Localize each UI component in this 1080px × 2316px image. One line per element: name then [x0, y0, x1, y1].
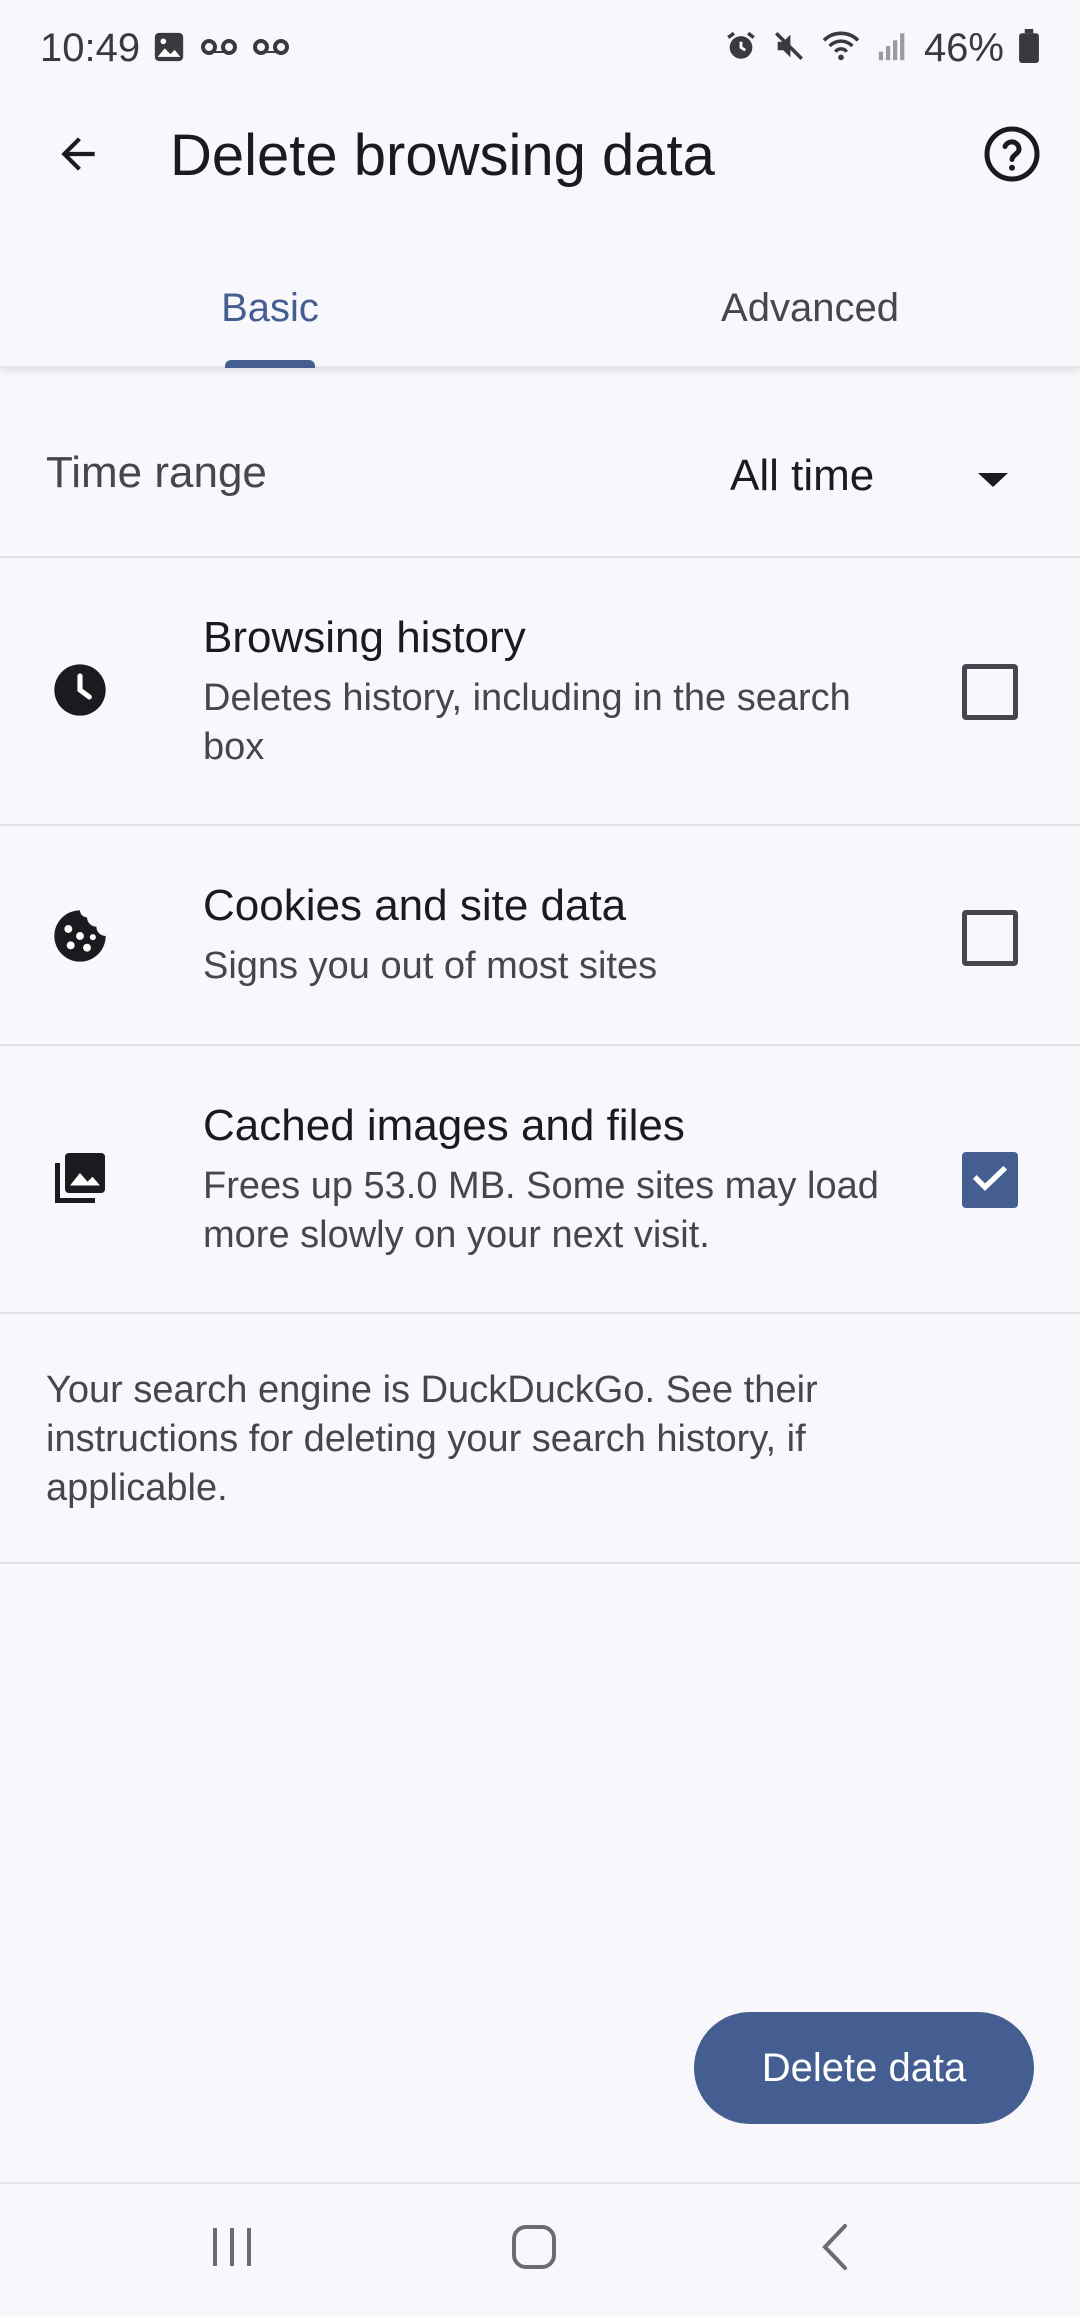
option-cached-images[interactable]: Cached images and files Frees up 53.0 MB…: [0, 1046, 1080, 1314]
status-bar: 10:49 46%: [0, 0, 1080, 100]
chevron-left-icon: [811, 2222, 861, 2277]
nav-recents-button[interactable]: [192, 2214, 272, 2284]
voicemail-icon: [200, 35, 238, 64]
app-bar: Delete browsing data: [0, 100, 1080, 210]
recents-icon: [207, 2222, 257, 2277]
search-engine-note: Your search engine is DuckDuckGo. See th…: [0, 1314, 1080, 1564]
status-right: 46%: [724, 26, 1040, 71]
battery-percent: 46%: [923, 26, 1004, 70]
option-cookies[interactable]: Cookies and site data Signs you out of m…: [0, 826, 1080, 1046]
option-subtitle: Deletes history, including in the search…: [203, 677, 851, 768]
screen: 10:49 46% Delete browsing data Basic Adv…: [0, 0, 1080, 2316]
status-time: 10:49: [40, 26, 141, 70]
chevron-down-icon: [976, 470, 1010, 495]
time-range-value: All time: [730, 451, 875, 500]
option-subtitle: Frees up 53.0 MB. Some sites may load mo…: [203, 1165, 879, 1256]
wifi-icon: [820, 29, 862, 68]
system-nav-bar: [0, 2182, 1080, 2316]
checkmark-icon: [970, 1158, 1010, 1203]
back-button[interactable]: [40, 118, 116, 194]
nav-back-button[interactable]: [796, 2214, 876, 2284]
tab-indicator: [225, 360, 315, 368]
tab-advanced[interactable]: Advanced: [540, 248, 1080, 368]
clock-icon: [50, 660, 110, 720]
help-circle-icon: [982, 124, 1042, 189]
cookies-checkbox[interactable]: [962, 910, 1018, 966]
page-title: Delete browsing data: [170, 123, 715, 188]
help-button[interactable]: [974, 118, 1050, 194]
option-text: Cookies and site data Signs you out of m…: [203, 878, 903, 991]
tab-advanced-label: Advanced: [721, 285, 899, 330]
time-range-dropdown[interactable]: All time: [710, 432, 1040, 520]
delete-data-button[interactable]: Delete data: [694, 2012, 1034, 2124]
arrow-back-icon: [53, 129, 103, 184]
option-browsing-history[interactable]: Browsing history Deletes history, includ…: [0, 558, 1080, 826]
delete-data-label: Delete data: [761, 2045, 967, 2090]
tab-basic[interactable]: Basic: [0, 248, 540, 368]
home-icon: [509, 2222, 559, 2277]
search-engine-note-text: Your search engine is DuckDuckGo. See th…: [46, 1369, 818, 1509]
option-title: Browsing history: [203, 613, 526, 662]
option-text: Cached images and files Frees up 53.0 MB…: [203, 1098, 903, 1260]
option-title: Cached images and files: [203, 1101, 685, 1150]
option-subtitle: Signs you out of most sites: [203, 945, 658, 987]
gallery-icon: [152, 30, 186, 69]
option-text: Browsing history Deletes history, includ…: [203, 610, 903, 772]
alarm-icon: [724, 29, 758, 68]
time-range-label: Time range: [46, 448, 267, 497]
nav-home-button[interactable]: [494, 2214, 574, 2284]
image-library-icon: [50, 1148, 110, 1208]
tab-bar: Basic Advanced: [0, 248, 1080, 368]
time-range-row: Time range All time: [0, 398, 1080, 558]
status-left-icons: [152, 30, 290, 69]
battery-icon: [1018, 29, 1040, 68]
browsing-history-checkbox[interactable]: [962, 664, 1018, 720]
signal-icon: [876, 29, 910, 68]
option-title: Cookies and site data: [203, 881, 627, 930]
voicemail-icon: [252, 35, 290, 64]
cached-images-checkbox[interactable]: [962, 1152, 1018, 1208]
cookie-icon: [50, 906, 110, 966]
tab-basic-label: Basic: [221, 285, 319, 330]
mute-icon: [772, 29, 806, 68]
